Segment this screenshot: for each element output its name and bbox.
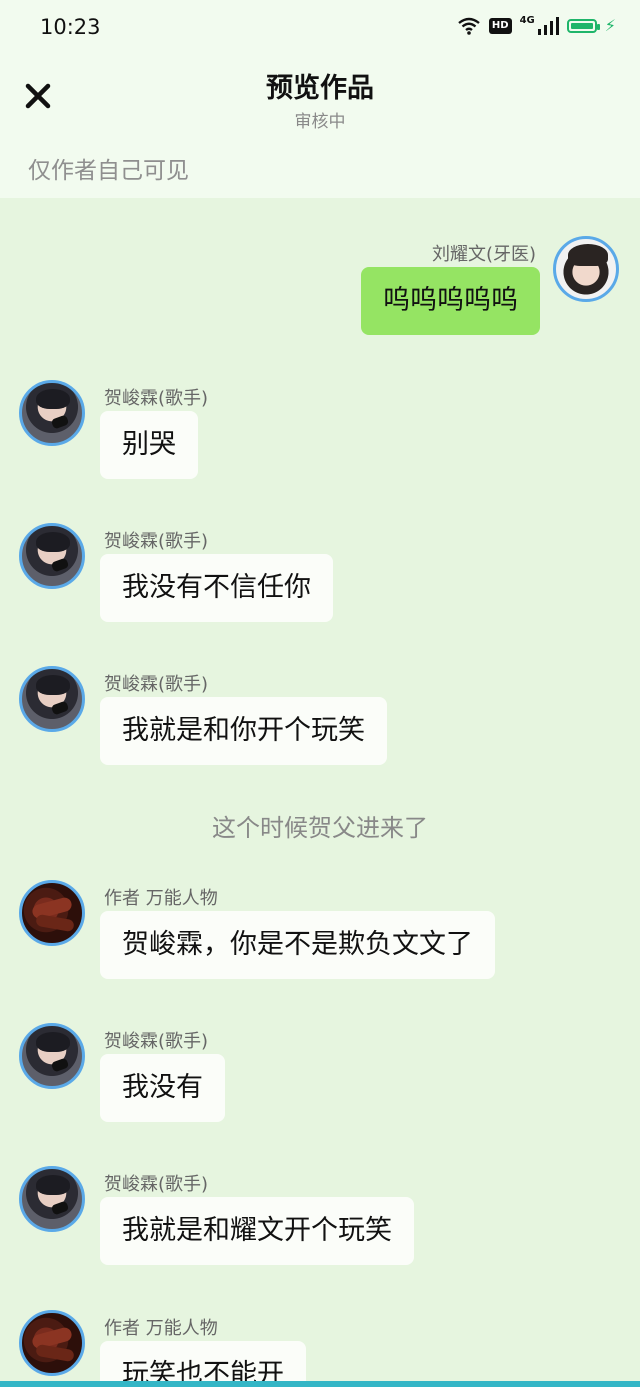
bottom-indicator-bar: [0, 1381, 640, 1387]
network-type-label: 4G: [519, 14, 535, 26]
chat-list[interactable]: 刘耀文(牙医) 呜呜呜呜呜 贺峻霖(歌手) 别哭 贺峻霖(歌手) 我没有不信任你…: [0, 198, 640, 1381]
status-bar: 10:23 HD 4G ⚡: [0, 0, 640, 56]
signal-icon: [537, 17, 559, 35]
avatar[interactable]: [19, 380, 85, 446]
page-title: 预览作品: [266, 73, 374, 104]
avatar[interactable]: [19, 1023, 85, 1089]
sender-name: 刘耀文(牙医): [431, 244, 536, 265]
avatar[interactable]: [19, 1166, 85, 1232]
charging-icon: ⚡: [604, 16, 616, 35]
hd-icon: HD: [488, 18, 512, 34]
wifi-icon: [458, 17, 480, 35]
message-bubble[interactable]: 我没有不信任你: [100, 554, 333, 622]
avatar[interactable]: [19, 880, 85, 946]
battery-icon: [566, 19, 600, 33]
sender-name: 贺峻霖(歌手): [104, 531, 209, 552]
sender-name: 作者 万能人物: [104, 888, 218, 909]
avatar[interactable]: [19, 666, 85, 732]
review-status: 审核中: [294, 112, 346, 132]
avatar[interactable]: [553, 236, 619, 302]
message-bubble[interactable]: 玩笑也不能开: [100, 1341, 306, 1381]
visibility-note: 仅作者自己可见: [28, 158, 189, 184]
narration-text: 这个时候贺父进来了: [212, 814, 428, 842]
message-bubble[interactable]: 我没有: [100, 1054, 225, 1122]
sender-name: 贺峻霖(歌手): [104, 674, 209, 695]
message-bubble[interactable]: 贺峻霖，你是不是欺负文文了: [100, 911, 495, 979]
sender-name: 贺峻霖(歌手): [104, 1031, 209, 1052]
avatar[interactable]: [19, 523, 85, 589]
header: 预览作品 审核中 仅作者自己可见: [0, 56, 640, 198]
status-time: 10:23: [40, 15, 101, 39]
message-bubble[interactable]: 呜呜呜呜呜: [361, 267, 540, 335]
message-bubble[interactable]: 我就是和耀文开个玩笑: [100, 1197, 414, 1265]
status-icons: HD 4G ⚡: [457, 14, 616, 36]
message-bubble[interactable]: 别哭: [100, 411, 198, 479]
avatar[interactable]: [19, 1310, 85, 1376]
sender-name: 贺峻霖(歌手): [104, 1174, 209, 1195]
sender-name: 作者 万能人物: [104, 1318, 218, 1339]
sender-name: 贺峻霖(歌手): [104, 388, 209, 409]
message-bubble[interactable]: 我就是和你开个玩笑: [100, 697, 387, 765]
